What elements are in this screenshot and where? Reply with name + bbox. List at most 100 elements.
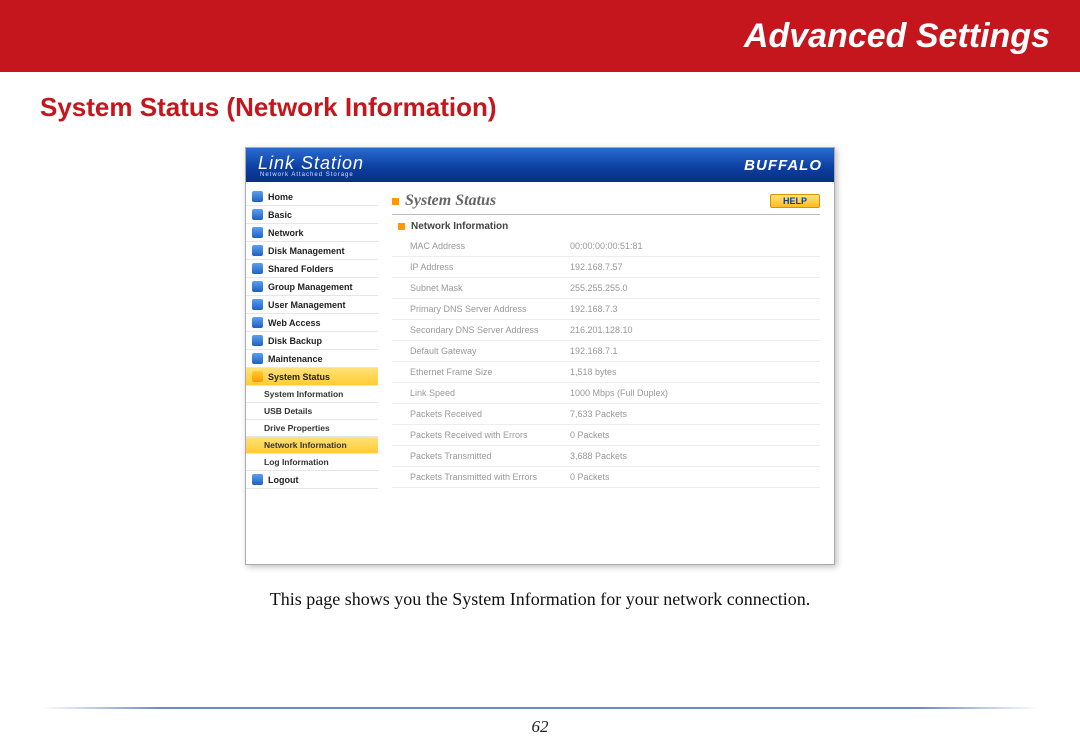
group-icon [252, 281, 263, 292]
row-label: IP Address [392, 257, 552, 278]
help-button[interactable]: HELP [770, 194, 820, 208]
nav-label: Home [268, 192, 293, 202]
nav-user-management[interactable]: User Management [246, 296, 378, 314]
table-row: Ethernet Frame Size1,518 bytes [392, 362, 820, 383]
nav-logout[interactable]: Logout [246, 471, 378, 489]
network-info-table: MAC Address00:00:00:00:51:81 IP Address1… [392, 236, 820, 488]
maintenance-icon [252, 353, 263, 364]
figure-caption: This page shows you the System Informati… [0, 589, 1080, 610]
page-banner: Advanced Settings [0, 0, 1080, 72]
nav-network[interactable]: Network [246, 224, 378, 242]
nav-shared-folders[interactable]: Shared Folders [246, 260, 378, 278]
nav-label: User Management [268, 300, 346, 310]
nav-basic[interactable]: Basic [246, 206, 378, 224]
subnav-log-information[interactable]: Log Information [246, 454, 378, 471]
row-label: Primary DNS Server Address [392, 299, 552, 320]
row-value: 00:00:00:00:51:81 [552, 236, 820, 257]
table-row: Packets Transmitted3,688 Packets [392, 446, 820, 467]
nav-label: Disk Management [268, 246, 345, 256]
brand-left-text: Link Station [258, 153, 364, 173]
nav-disk-backup[interactable]: Disk Backup [246, 332, 378, 350]
home-icon [252, 191, 263, 202]
logout-icon [252, 474, 263, 485]
row-label: Packets Received [392, 404, 552, 425]
row-value: 1,518 bytes [552, 362, 820, 383]
table-row: Packets Received with Errors0 Packets [392, 425, 820, 446]
subnav-usb-details[interactable]: USB Details [246, 403, 378, 420]
status-icon [252, 371, 263, 382]
content-pane: System Status HELP Network Information M… [378, 182, 834, 564]
row-label: Packets Transmitted [392, 446, 552, 467]
row-label: Secondary DNS Server Address [392, 320, 552, 341]
disk-icon [252, 245, 263, 256]
network-icon [252, 227, 263, 238]
basic-icon [252, 209, 263, 220]
subnav-label: System Information [264, 389, 343, 399]
nav-label: Shared Folders [268, 264, 334, 274]
nav-group-management[interactable]: Group Management [246, 278, 378, 296]
section-title: System Status (Network Information) [0, 72, 1080, 137]
row-value: 192.168.7.3 [552, 299, 820, 320]
row-label: Subnet Mask [392, 278, 552, 299]
nav-label: Disk Backup [268, 336, 322, 346]
row-value: 216.201.128.10 [552, 320, 820, 341]
brand-right: BUFFALO [744, 157, 822, 174]
table-row: IP Address192.168.7.57 [392, 257, 820, 278]
nav-web-access[interactable]: Web Access [246, 314, 378, 332]
row-value: 1000 Mbps (Full Duplex) [552, 383, 820, 404]
table-row: Default Gateway192.168.7.1 [392, 341, 820, 362]
table-row: Packets Received7,633 Packets [392, 404, 820, 425]
app-body: Home Basic Network Disk Management Share… [246, 182, 834, 564]
table-row: Subnet Mask255.255.255.0 [392, 278, 820, 299]
nav-label: System Status [268, 372, 330, 382]
row-label: Ethernet Frame Size [392, 362, 552, 383]
subnav-system-information[interactable]: System Information [246, 386, 378, 403]
nav-label: Group Management [268, 282, 353, 292]
app-screenshot: Link Station Network Attached Storage BU… [245, 147, 835, 565]
backup-icon [252, 335, 263, 346]
nav-label: Basic [268, 210, 292, 220]
bullet-icon [392, 198, 399, 205]
content-title: System Status [392, 192, 496, 210]
nav-system-status[interactable]: System Status [246, 368, 378, 386]
subsection-title: Network Information [411, 221, 508, 232]
row-value: 255.255.255.0 [552, 278, 820, 299]
subnav-label: Network Information [264, 440, 347, 450]
folder-icon [252, 263, 263, 274]
subsection-heading: Network Information [398, 221, 820, 232]
row-label: Default Gateway [392, 341, 552, 362]
row-label: Link Speed [392, 383, 552, 404]
subnav-network-information[interactable]: Network Information [246, 437, 378, 454]
nav-disk-management[interactable]: Disk Management [246, 242, 378, 260]
banner-title: Advanced Settings [744, 17, 1050, 56]
content-header: System Status HELP [392, 192, 820, 215]
subnav-label: Log Information [264, 457, 329, 467]
nav-label: Network [268, 228, 304, 238]
row-label: Packets Received with Errors [392, 425, 552, 446]
row-value: 0 Packets [552, 425, 820, 446]
table-row: MAC Address00:00:00:00:51:81 [392, 236, 820, 257]
page-number: 62 [0, 717, 1080, 737]
table-row: Packets Transmitted with Errors0 Packets [392, 467, 820, 488]
row-label: MAC Address [392, 236, 552, 257]
nav-label: Logout [268, 475, 299, 485]
brand-left-sub: Network Attached Storage [260, 172, 364, 178]
bullet-icon [398, 223, 405, 230]
brand-left: Link Station Network Attached Storage [258, 153, 364, 178]
row-value: 0 Packets [552, 467, 820, 488]
row-value: 192.168.7.57 [552, 257, 820, 278]
user-icon [252, 299, 263, 310]
web-icon [252, 317, 263, 328]
nav-label: Web Access [268, 318, 321, 328]
subnav-drive-properties[interactable]: Drive Properties [246, 420, 378, 437]
row-value: 3,688 Packets [552, 446, 820, 467]
row-label: Packets Transmitted with Errors [392, 467, 552, 488]
subnav-label: Drive Properties [264, 423, 330, 433]
table-row: Primary DNS Server Address192.168.7.3 [392, 299, 820, 320]
subnav-label: USB Details [264, 406, 312, 416]
nav-home[interactable]: Home [246, 188, 378, 206]
sidebar: Home Basic Network Disk Management Share… [246, 182, 378, 564]
row-value: 7,633 Packets [552, 404, 820, 425]
table-row: Secondary DNS Server Address216.201.128.… [392, 320, 820, 341]
nav-maintenance[interactable]: Maintenance [246, 350, 378, 368]
